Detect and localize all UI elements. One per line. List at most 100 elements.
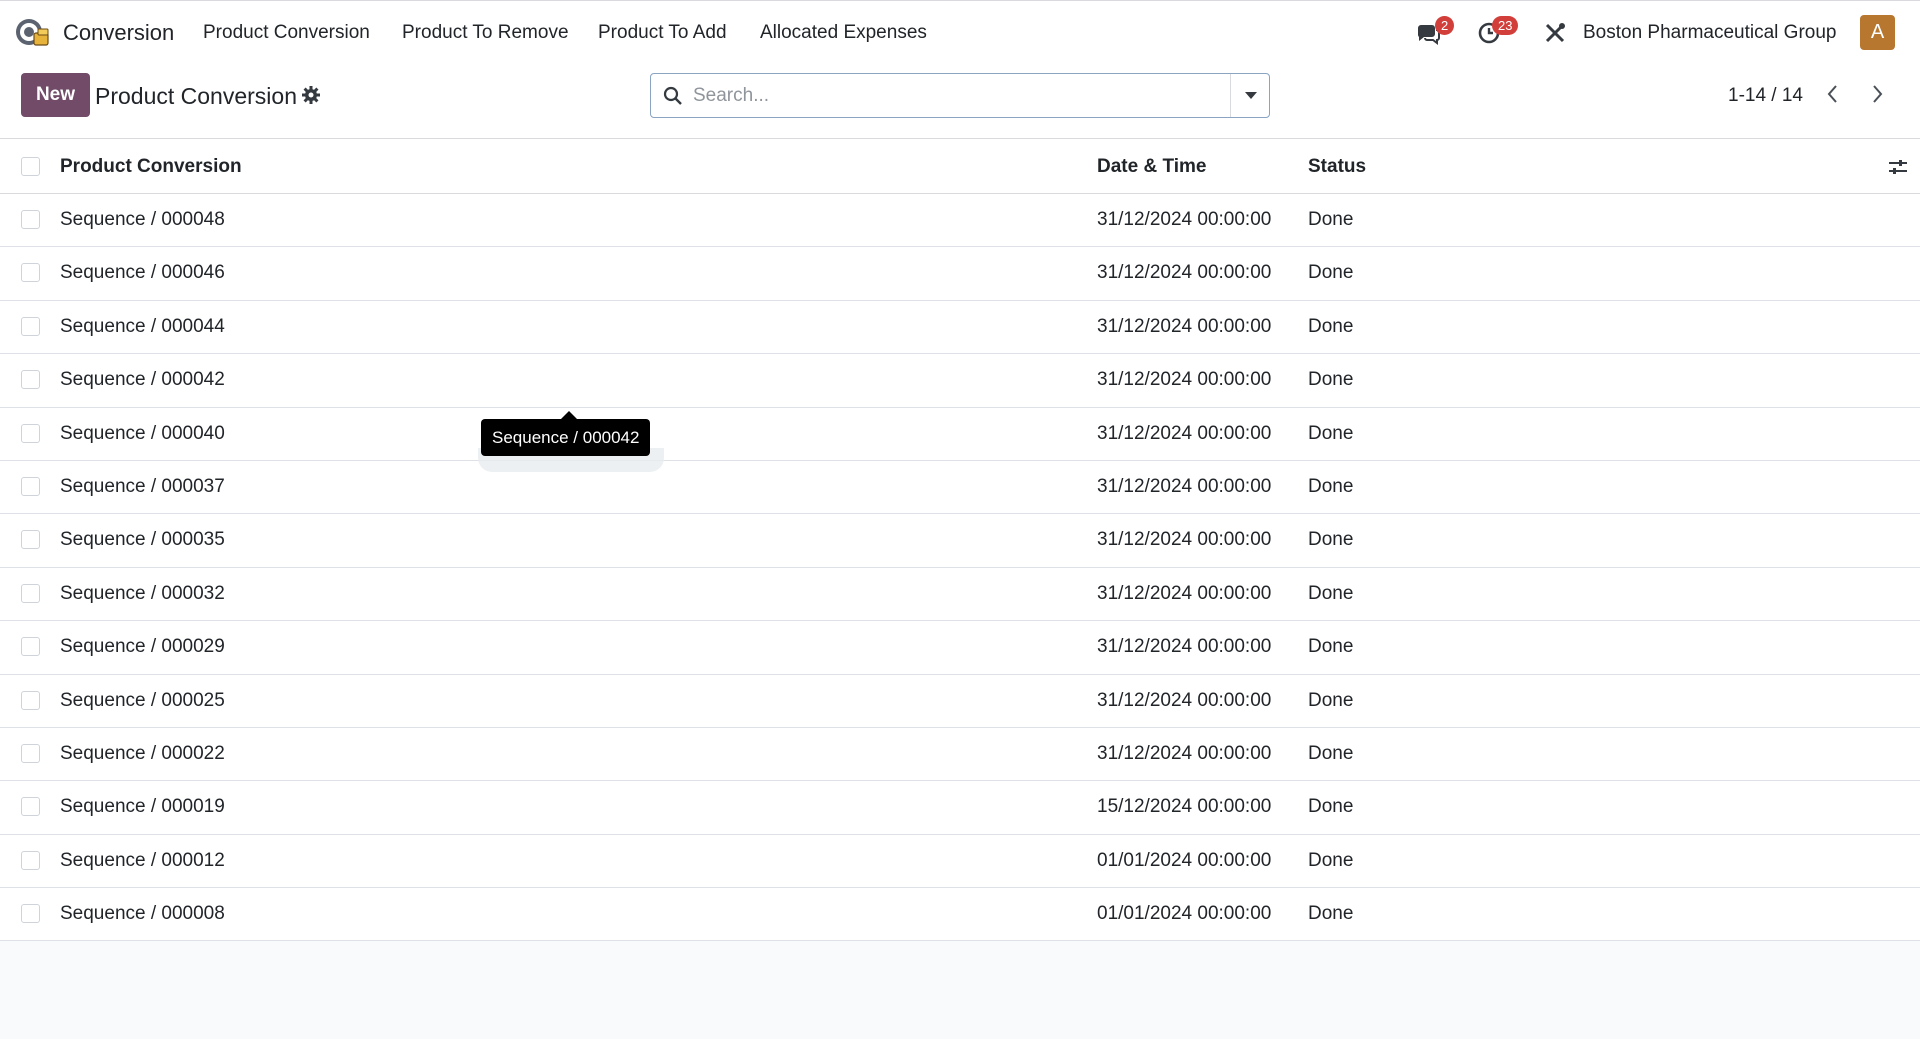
row-status: Done	[1308, 742, 1354, 764]
row-date: 31/12/2024 00:00:00	[1097, 742, 1272, 764]
row-status: Done	[1308, 636, 1354, 658]
row-name: Sequence / 000042	[60, 369, 225, 391]
row-date: 31/12/2024 00:00:00	[1097, 636, 1272, 658]
search-icon	[663, 86, 683, 111]
row-status: Done	[1308, 582, 1354, 604]
menu-allocated-expenses[interactable]: Allocated Expenses	[760, 22, 927, 44]
row-checkbox[interactable]	[21, 904, 40, 924]
row-date: 31/12/2024 00:00:00	[1097, 369, 1272, 391]
row-checkbox[interactable]	[21, 423, 40, 443]
row-name: Sequence / 000019	[60, 796, 225, 818]
table-row[interactable]: Sequence / 000012 01/01/2024 00:00:00 Done	[0, 834, 1920, 889]
company-switcher[interactable]: Boston Pharmaceutical Group	[1583, 22, 1836, 44]
table-row[interactable]: Sequence / 000032 31/12/2024 00:00:00 Done	[0, 567, 1920, 622]
row-checkbox[interactable]	[21, 583, 40, 603]
row-name: Sequence / 000048	[60, 209, 225, 230]
row-date: 01/01/2024 00:00:00	[1097, 903, 1272, 925]
row-name: Sequence / 000012	[60, 849, 225, 871]
row-date: 31/12/2024 00:00:00	[1097, 689, 1272, 711]
table-row[interactable]: Sequence / 000035 31/12/2024 00:00:00 Done	[0, 514, 1920, 568]
menu-product-conversion[interactable]: Product Conversion	[203, 22, 370, 44]
row-date: 31/12/2024 00:00:00	[1097, 529, 1272, 551]
row-name: Sequence / 000040	[60, 422, 225, 444]
row-status: Done	[1308, 849, 1354, 871]
search-input[interactable]	[693, 82, 1193, 110]
sliders-icon[interactable]	[1888, 157, 1908, 182]
row-name: Sequence / 000025	[60, 689, 225, 711]
app-name[interactable]: Conversion	[63, 20, 174, 46]
row-name: Sequence / 000037	[60, 475, 225, 497]
row-checkbox[interactable]	[21, 797, 40, 817]
tooltip: Sequence / 000042	[481, 411, 651, 456]
table-row[interactable]: Sequence / 000044 31/12/2024 00:00:00 Done	[0, 300, 1920, 355]
row-checkbox[interactable]	[21, 370, 40, 390]
row-checkbox[interactable]	[21, 850, 40, 870]
row-date: 31/12/2024 00:00:00	[1097, 209, 1272, 230]
tools-icon[interactable]	[1544, 22, 1566, 49]
app-logo-icon[interactable]	[14, 15, 52, 51]
row-name: Sequence / 000029	[60, 636, 225, 658]
select-all-checkbox[interactable]	[21, 157, 40, 176]
row-date: 31/12/2024 00:00:00	[1097, 315, 1272, 337]
row-checkbox[interactable]	[21, 476, 40, 496]
table-header: Product Conversion Date & Time Status	[0, 139, 1920, 194]
messages-badge: 2	[1435, 16, 1455, 35]
row-status: Done	[1308, 209, 1354, 230]
top-navbar: Conversion Product Conversion Product To…	[0, 0, 1920, 63]
row-status: Done	[1308, 262, 1354, 284]
row-date: 31/12/2024 00:00:00	[1097, 422, 1272, 444]
table-body: Sequence / 000048 31/12/2024 00:00:00 Done…	[0, 194, 1920, 942]
column-header-product-conversion[interactable]: Product Conversion	[60, 156, 242, 178]
row-checkbox[interactable]	[21, 690, 40, 710]
row-name: Sequence / 000035	[60, 529, 225, 551]
row-date: 01/01/2024 00:00:00	[1097, 849, 1272, 871]
table-row[interactable]: Sequence / 000048 31/12/2024 00:00:00 Done	[0, 194, 1920, 248]
row-status: Done	[1308, 315, 1354, 337]
row-status: Done	[1308, 689, 1354, 711]
row-name: Sequence / 000046	[60, 262, 225, 284]
caret-down-icon[interactable]	[1230, 74, 1269, 117]
avatar[interactable]: A	[1860, 15, 1895, 50]
menu-product-to-remove[interactable]: Product To Remove	[402, 22, 569, 44]
row-status: Done	[1308, 903, 1354, 925]
row-date: 15/12/2024 00:00:00	[1097, 796, 1272, 818]
search-bar	[650, 73, 1270, 118]
table-row[interactable]: Sequence / 000046 31/12/2024 00:00:00 Done	[0, 247, 1920, 301]
row-checkbox[interactable]	[21, 530, 40, 550]
activities-badge: 23	[1492, 16, 1519, 35]
row-date: 31/12/2024 00:00:00	[1097, 582, 1272, 604]
menu-product-to-add[interactable]: Product To Add	[598, 22, 727, 44]
table-row[interactable]: Sequence / 000040 31/12/2024 00:00:00 Done	[0, 407, 1920, 461]
chevron-left-icon[interactable]	[1825, 83, 1841, 110]
row-checkbox[interactable]	[21, 263, 40, 283]
row-name: Sequence / 000044	[60, 315, 225, 337]
row-checkbox[interactable]	[21, 210, 40, 229]
table-row[interactable]: Sequence / 000029 31/12/2024 00:00:00 Done	[0, 621, 1920, 675]
new-button[interactable]: New	[21, 73, 90, 117]
page-title: Product Conversion	[95, 83, 297, 109]
list-view: Product Conversion Date & Time Status Se…	[0, 139, 1920, 942]
pager-value[interactable]: 1-14 / 14	[1728, 85, 1803, 107]
table-row[interactable]: Sequence / 000008 01/01/2024 00:00:00 Done	[0, 888, 1920, 942]
column-header-status[interactable]: Status	[1308, 156, 1366, 178]
row-date: 31/12/2024 00:00:00	[1097, 262, 1272, 284]
chevron-right-icon[interactable]	[1869, 83, 1885, 110]
row-status: Done	[1308, 422, 1354, 444]
row-checkbox[interactable]	[21, 743, 40, 763]
row-status: Done	[1308, 475, 1354, 497]
table-row[interactable]: Sequence / 000022 31/12/2024 00:00:00 Done	[0, 727, 1920, 782]
table-row[interactable]: Sequence / 000037 31/12/2024 00:00:00 Done	[0, 460, 1920, 515]
table-row[interactable]: Sequence / 000019 15/12/2024 00:00:00 Done	[0, 781, 1920, 835]
table-row[interactable]: Sequence / 000025 31/12/2024 00:00:00 Done	[0, 674, 1920, 728]
column-header-date[interactable]: Date & Time	[1097, 156, 1206, 178]
gear-icon[interactable]	[302, 86, 320, 109]
row-status: Done	[1308, 369, 1354, 391]
row-checkbox[interactable]	[21, 316, 40, 336]
row-name: Sequence / 000032	[60, 582, 225, 604]
row-name: Sequence / 000008	[60, 903, 225, 925]
control-panel: New Product Conversion 1-14 / 14	[0, 63, 1920, 139]
row-checkbox[interactable]	[21, 637, 40, 657]
row-status: Done	[1308, 796, 1354, 818]
table-row[interactable]: Sequence / 000042 31/12/2024 00:00:00 Done	[0, 354, 1920, 408]
row-name: Sequence / 000022	[60, 742, 225, 764]
